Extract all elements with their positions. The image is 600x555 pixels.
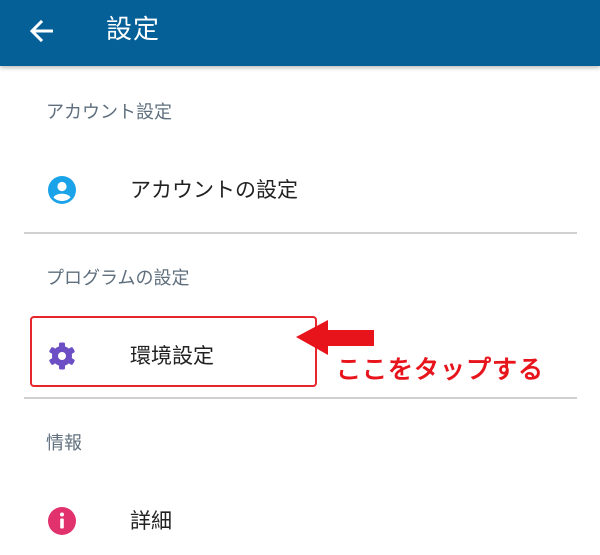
pref-item-details[interactable]: 詳細 (24, 485, 576, 555)
pref-item-label: アカウントの設定 (130, 178, 298, 202)
app-bar: 設定 (0, 0, 600, 66)
divider (24, 232, 577, 234)
divider (24, 397, 577, 399)
section-header-info: 情報 (46, 433, 82, 454)
back-button[interactable] (22, 11, 62, 51)
pref-item-account-settings[interactable]: アカウントの設定 (24, 154, 576, 224)
info-icon (46, 505, 78, 537)
section-header-program: プログラムの設定 (46, 268, 190, 289)
highlight-box (30, 316, 317, 387)
page-title: 設定 (106, 15, 161, 45)
account-circle-icon (46, 174, 78, 206)
pref-item-label: 詳細 (130, 509, 172, 533)
tap-here-annotation: ここをタップする (336, 355, 545, 384)
arrow-left-icon (29, 19, 53, 43)
section-header-account: アカウント設定 (46, 102, 172, 123)
